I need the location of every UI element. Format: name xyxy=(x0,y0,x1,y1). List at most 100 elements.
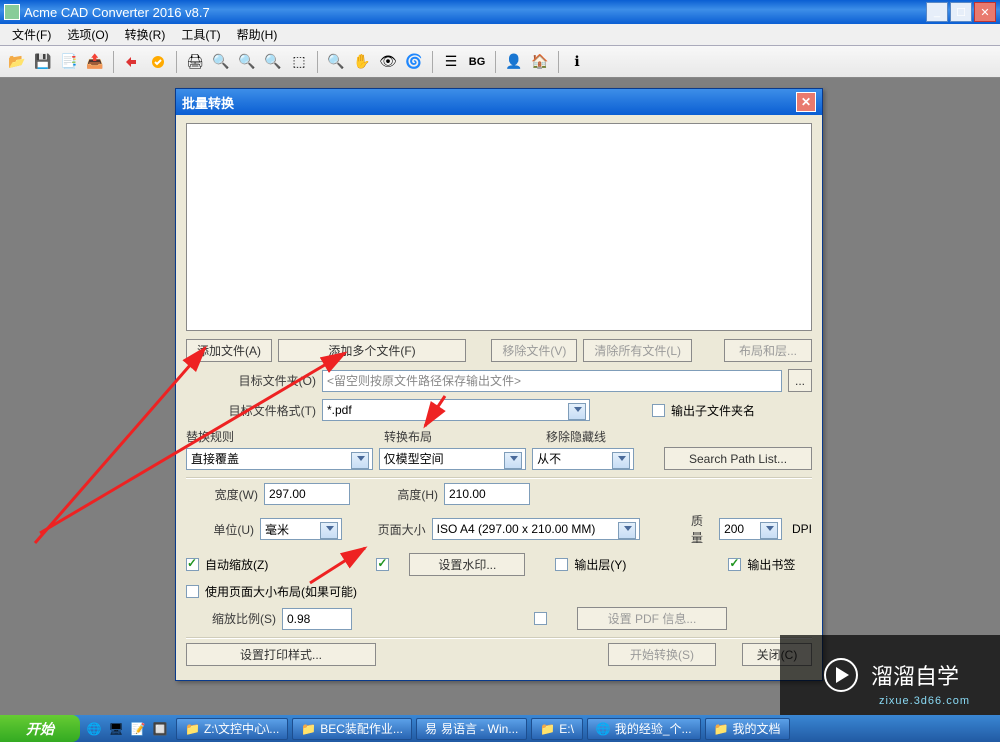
output-layer-label: 输出层(Y) xyxy=(574,556,626,573)
watermark-brand: 溜溜自学 xyxy=(871,659,959,691)
taskbar-item[interactable]: 📁BEC装配作业... xyxy=(292,718,412,740)
region-icon[interactable]: ⬚ xyxy=(288,51,310,73)
pdf-info-checkbox[interactable] xyxy=(534,612,547,625)
export-icon[interactable]: 📤 xyxy=(84,51,106,73)
start-button[interactable]: 开始 xyxy=(0,715,80,742)
replace-rule-select[interactable]: 直接覆盖 xyxy=(186,448,373,470)
menu-item[interactable]: 转换(R) xyxy=(119,24,172,45)
add-file-button[interactable]: 添加文件(A) xyxy=(186,339,272,362)
desktop-icon[interactable]: 🖥 xyxy=(106,719,126,739)
menubar: 文件(F) 选项(O) 转换(R) 工具(T) 帮助(H) xyxy=(0,24,1000,46)
app-icon[interactable]: 🔲 xyxy=(150,719,170,739)
add-multi-button[interactable]: 添加多个文件(F) xyxy=(278,339,466,362)
taskbar-item[interactable]: 🌐我的经验_个... xyxy=(587,718,701,740)
render-icon[interactable]: 🌀 xyxy=(403,51,425,73)
batch-icon[interactable] xyxy=(147,51,169,73)
auto-zoom-checkbox[interactable] xyxy=(186,558,199,571)
convert-icon[interactable] xyxy=(121,51,143,73)
set-watermark-button[interactable]: 设置水印... xyxy=(409,553,525,576)
bg-icon[interactable]: BG xyxy=(466,51,488,73)
remove-file-button[interactable]: 移除文件(V) xyxy=(491,339,577,362)
watermark: 溜溜自学 zixue.3d66.com xyxy=(780,635,1000,715)
menu-item[interactable]: 工具(T) xyxy=(175,24,226,45)
remove-hidden-select[interactable]: 从不 xyxy=(532,448,634,470)
use-page-layout-checkbox[interactable] xyxy=(186,585,199,598)
taskbar-item[interactable]: 📁E:\ xyxy=(531,718,583,740)
width-input[interactable]: 297.00 xyxy=(264,483,350,505)
pan-icon[interactable]: ✋ xyxy=(351,51,373,73)
window-controls: _ ☐ ✕ xyxy=(926,2,996,22)
layers-icon[interactable]: ☰ xyxy=(440,51,462,73)
open-icon[interactable]: 📂 xyxy=(6,51,28,73)
save-all-icon[interactable]: 📑 xyxy=(58,51,80,73)
output-subfolder-label: 输出子文件夹名 xyxy=(671,402,755,419)
output-bookmark-checkbox[interactable] xyxy=(728,558,741,571)
use-page-layout-label: 使用页面大小布局(如果可能) xyxy=(205,583,357,600)
zoom-window-icon[interactable]: 🔍 xyxy=(325,51,347,73)
taskbar-item[interactable]: 📁我的文档 xyxy=(705,718,790,740)
options-row-2: 使用页面大小布局(如果可能) xyxy=(186,583,812,600)
menu-item[interactable]: 帮助(H) xyxy=(231,24,284,45)
batch-convert-dialog: 批量转换 ✕ 添加文件(A) 添加多个文件(F) 移除文件(V) 清除所有文件(… xyxy=(175,88,823,681)
app-icon xyxy=(4,4,20,20)
convert-layout-label: 转换布局 xyxy=(384,428,546,445)
convert-layout-select[interactable]: 仅模型空间 xyxy=(379,448,526,470)
minimize-button[interactable]: _ xyxy=(926,2,948,22)
maximize-button[interactable]: ☐ xyxy=(950,2,972,22)
target-folder-input[interactable]: <留空则按原文件路径保存输出文件> xyxy=(322,370,782,392)
watermark-url: zixue.3d66.com xyxy=(879,695,970,707)
main-titlebar: Acme CAD Converter 2016 v8.7 _ ☐ ✕ xyxy=(0,0,1000,24)
page-size-select[interactable]: ISO A4 (297.00 x 210.00 MM) xyxy=(432,518,640,540)
about-icon[interactable]: ℹ xyxy=(566,51,588,73)
toolbar: 📂 💾 📑 📤 🖨 🔍 🔍 🔍 ⬚ 🔍 ✋ 👁 🌀 ☰ BG 👤 🏠 ℹ xyxy=(0,46,1000,78)
zoom-extents-icon[interactable]: 🔍 xyxy=(262,51,284,73)
separator xyxy=(176,51,177,73)
quality-select[interactable]: 200 xyxy=(719,518,782,540)
taskbar-item[interactable]: 📁Z:\文控中心\... xyxy=(176,718,288,740)
window-title: Acme CAD Converter 2016 v8.7 xyxy=(24,5,210,20)
zoom-out-icon[interactable]: 🔍 xyxy=(236,51,258,73)
clear-all-button[interactable]: 清除所有文件(L) xyxy=(583,339,692,362)
options-row-1: 自动缩放(Z) 设置水印... 输出层(Y) 输出书签 xyxy=(186,553,812,576)
separator xyxy=(186,477,812,479)
unit-select[interactable]: 毫米 xyxy=(260,518,342,540)
hidden-icon[interactable]: 👁 xyxy=(377,51,399,73)
height-input[interactable]: 210.00 xyxy=(444,483,530,505)
start-convert-button[interactable]: 开始转换(S) xyxy=(608,643,716,666)
watermark-logo-icon xyxy=(821,655,861,695)
menu-item[interactable]: 选项(O) xyxy=(61,24,114,45)
save-icon[interactable]: 💾 xyxy=(32,51,54,73)
browse-button[interactable]: ... xyxy=(788,369,812,392)
zoom-ratio-label: 缩放比例(S) xyxy=(186,610,276,627)
word-icon[interactable]: 📝 xyxy=(128,719,148,739)
target-format-select[interactable]: *.pdf xyxy=(322,399,590,421)
section-labels: 替换规则 转换布局 移除隐藏线 xyxy=(186,428,812,445)
home-icon[interactable]: 🏠 xyxy=(529,51,551,73)
dpi-label: DPI xyxy=(792,522,812,536)
output-layer-checkbox[interactable] xyxy=(555,558,568,571)
remove-hidden-label: 移除隐藏线 xyxy=(546,428,666,445)
taskbar-item[interactable]: 易易语言 - Win... xyxy=(416,718,527,740)
layouts-button[interactable]: 布局和层... xyxy=(724,339,812,362)
zoom-ratio-input[interactable]: 0.98 xyxy=(282,608,352,630)
ie-icon[interactable]: 🌐 xyxy=(84,719,104,739)
separator xyxy=(495,51,496,73)
target-folder-label: 目标文件夹(O) xyxy=(186,372,316,389)
user-icon[interactable]: 👤 xyxy=(503,51,525,73)
watermark-checkbox[interactable] xyxy=(376,558,389,571)
auto-zoom-label: 自动缩放(Z) xyxy=(205,556,268,573)
dialog-close-button[interactable]: ✕ xyxy=(796,92,816,112)
separator xyxy=(317,51,318,73)
output-subfolder-checkbox[interactable] xyxy=(652,404,665,417)
print-style-button[interactable]: 设置打印样式... xyxy=(186,643,376,666)
zoom-in-icon[interactable]: 🔍 xyxy=(210,51,232,73)
output-bookmark-label: 输出书签 xyxy=(747,556,795,573)
search-path-button[interactable]: Search Path List... xyxy=(664,447,812,470)
zoom-ratio-row: 缩放比例(S) 0.98 设置 PDF 信息... xyxy=(186,607,812,630)
set-pdf-info-button[interactable]: 设置 PDF 信息... xyxy=(577,607,727,630)
file-list[interactable] xyxy=(186,123,812,331)
menu-item[interactable]: 文件(F) xyxy=(6,24,57,45)
close-button[interactable]: ✕ xyxy=(974,2,996,22)
separator xyxy=(186,637,812,639)
print-icon[interactable]: 🖨 xyxy=(184,51,206,73)
